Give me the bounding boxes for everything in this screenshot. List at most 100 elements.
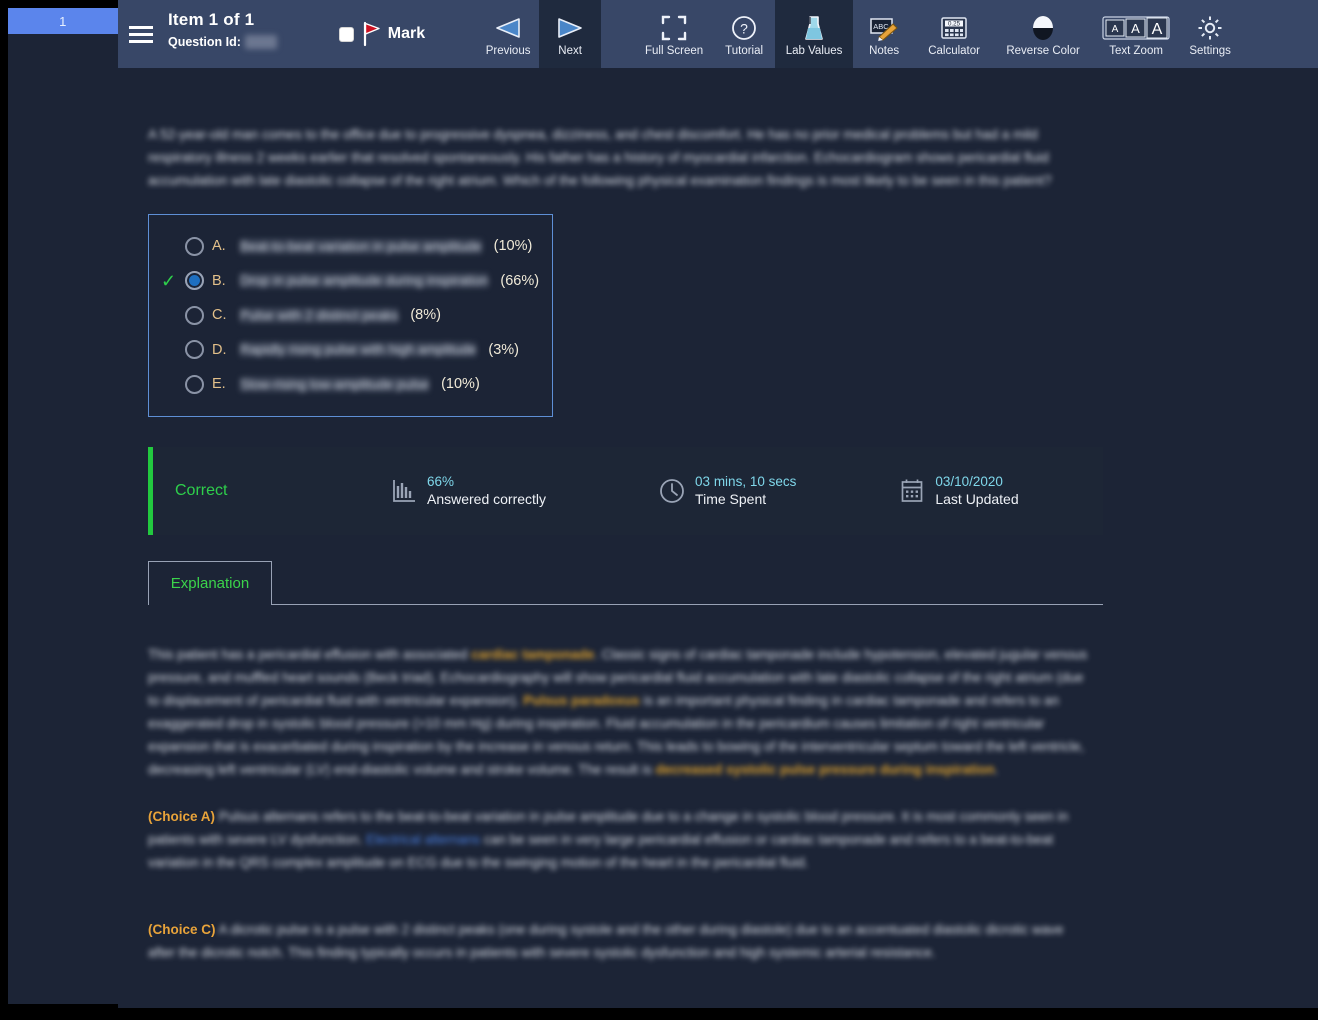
full-screen-button[interactable]: Full Screen — [635, 0, 713, 68]
choice-percent: (8%) — [410, 307, 441, 324]
choice-a-heading: (Choice A) — [148, 808, 215, 824]
tab-explanation[interactable]: Explanation — [148, 560, 272, 605]
choice-percent: (3%) — [488, 341, 520, 358]
tab-explanation-label: Explanation — [170, 574, 250, 592]
choice-row[interactable]: D. Rapidly rising pulse with high amplit… — [149, 333, 552, 368]
tab-divider — [148, 603, 1103, 605]
svg-text:A: A — [1152, 21, 1163, 38]
answered-label: Answered correctly — [427, 490, 547, 507]
hamburger-icon[interactable] — [118, 0, 160, 68]
lab-values-label: Lab Values — [785, 45, 843, 57]
calculator-icon: 0.25 — [939, 15, 969, 41]
navigation-group: Previous Next — [477, 0, 602, 68]
flask-icon — [803, 15, 825, 41]
time-spent-value: 03 mins, 10 secs — [695, 473, 797, 489]
bar-chart-icon — [391, 477, 417, 505]
calculator-label: Calculator — [928, 45, 980, 57]
time-spent-label: Time Spent — [695, 490, 767, 507]
question-page: A 52-year-old man comes to the office du… — [118, 68, 1318, 1008]
choice-radio-a[interactable] — [185, 236, 204, 256]
next-label: Next — [558, 45, 582, 57]
question-id-value: 9999 — [244, 35, 277, 49]
choice-radio-e[interactable] — [185, 374, 204, 394]
question-id-label: Question Id: — [168, 35, 241, 49]
choice-percent: (66%) — [500, 272, 540, 289]
reverse-color-label: Reverse Color — [1006, 45, 1080, 57]
sidebar: 1 — [0, 0, 118, 1020]
choice-a-text: Pulsus alternans refers to the beat-to-b… — [148, 808, 1069, 870]
text-zoom-icon: A A A — [1102, 15, 1170, 41]
explanation-paragraph: This patient has a pericardial effusion … — [148, 646, 1088, 777]
last-updated-value: 03/10/2020 — [935, 473, 1003, 489]
item-counter: Item 1 of 1 — [168, 10, 255, 29]
previous-triangle-icon — [491, 15, 525, 41]
stat-time-spent: 03 mins, 10 secs Time Spent — [659, 473, 796, 509]
previous-label: Previous — [485, 45, 531, 57]
svg-text:A: A — [1112, 24, 1119, 35]
reverse-color-button[interactable]: Reverse Color — [993, 0, 1093, 68]
tutorial-label: Tutorial — [725, 45, 764, 57]
gear-icon — [1196, 15, 1224, 41]
notes-pencil-icon: ABC — [869, 15, 899, 41]
choice-c-heading: (Choice C) — [148, 921, 216, 937]
last-updated-label: Last Updated — [935, 490, 1019, 507]
choice-percent: (10%) — [493, 238, 533, 255]
choice-text: Rapidly rising pulse with high amplitude — [240, 342, 477, 358]
calculator-display: 0.25 — [948, 20, 961, 27]
choice-radio-d[interactable] — [185, 340, 204, 360]
tools-group: Full Screen ? Tutorial Lab Values ABC No… — [635, 0, 1241, 68]
item-counter-block: Item 1 of 1 Question Id: 9999 — [160, 0, 277, 68]
correct-check-icon: ✓ — [161, 270, 177, 291]
choice-text: Pulse with 2 distinct peaks — [240, 307, 399, 323]
settings-label: Settings — [1189, 45, 1231, 57]
mark-checkbox[interactable] — [338, 26, 354, 42]
notes-button[interactable]: ABC Notes — [853, 0, 915, 68]
previous-button[interactable]: Previous — [477, 0, 539, 68]
choice-letter: A. — [212, 238, 226, 255]
tutorial-button[interactable]: ? Tutorial — [713, 0, 775, 68]
question-id-block: Question Id: 9999 — [168, 35, 277, 49]
tab-bar: Explanation — [148, 560, 1103, 605]
svg-text:A: A — [1131, 21, 1140, 36]
lab-values-button[interactable]: Lab Values — [775, 0, 854, 68]
mark-label: Mark — [387, 25, 426, 42]
explanation-body: This patient has a pericardial effusion … — [148, 643, 1093, 964]
svg-text:?: ? — [740, 21, 748, 37]
choice-row[interactable]: A. Beat-to-beat variation in pulse ampli… — [149, 229, 552, 264]
choice-radio-c[interactable] — [185, 305, 204, 325]
text-zoom-button[interactable]: A A A Text Zoom — [1093, 0, 1179, 68]
answer-choices: A. Beat-to-beat variation in pulse ampli… — [148, 214, 553, 417]
next-triangle-icon — [553, 15, 587, 41]
result-status: Correct — [175, 481, 228, 499]
explanation-choice-c: (Choice C) A dicrotic pulse is a pulse w… — [148, 918, 1093, 964]
calculator-button[interactable]: 0.25 Calculator — [915, 0, 993, 68]
full-screen-label: Full Screen — [645, 45, 704, 57]
mark-control[interactable]: Mark — [338, 21, 426, 47]
stat-answered-correctly: 66% Answered correctly — [391, 473, 546, 509]
toolbar: Item 1 of 1 Question Id: 9999 Mark Previ… — [118, 0, 1318, 68]
text-zoom-label: Text Zoom — [1109, 45, 1163, 57]
choice-row[interactable]: E. Slow-rising low-amplitude pulse (10%) — [149, 367, 552, 402]
explanation-choice-a: (Choice A) Pulsus alternans refers to th… — [148, 805, 1093, 874]
choice-text: Drop in pulse amplitude during inspirati… — [240, 273, 489, 289]
choice-radio-b[interactable] — [185, 271, 204, 291]
calendar-icon — [899, 477, 925, 505]
settings-button[interactable]: Settings — [1179, 0, 1241, 68]
sidebar-item-question-1[interactable]: 1 — [8, 8, 118, 34]
main-window: Item 1 of 1 Question Id: 9999 Mark Previ… — [118, 0, 1318, 1008]
stats-bar: Correct 66% Answered correctly 03 mins, … — [148, 446, 1103, 535]
flag-icon — [363, 21, 380, 47]
choice-c-text: A dicrotic pulse is a pulse with 2 disti… — [148, 921, 1064, 960]
choice-letter: C. — [212, 307, 227, 324]
choice-letter: B. — [212, 272, 226, 289]
choice-row[interactable]: C. Pulse with 2 distinct peaks (8%) — [149, 298, 552, 333]
question-stem: A 52-year-old man comes to the office du… — [148, 127, 1052, 188]
choice-row[interactable]: ✓ B. Drop in pulse amplitude during insp… — [149, 264, 552, 299]
notes-label: Notes — [869, 45, 900, 57]
sidebar-item-label: 1 — [59, 13, 67, 29]
sidebar-panel: 1 — [8, 8, 118, 1004]
contrast-circle-icon — [1030, 15, 1056, 41]
next-button[interactable]: Next — [539, 0, 602, 68]
choice-text: Beat-to-beat variation in pulse amplitud… — [240, 238, 482, 254]
stat-last-updated: 03/10/2020 Last Updated — [899, 473, 1019, 509]
